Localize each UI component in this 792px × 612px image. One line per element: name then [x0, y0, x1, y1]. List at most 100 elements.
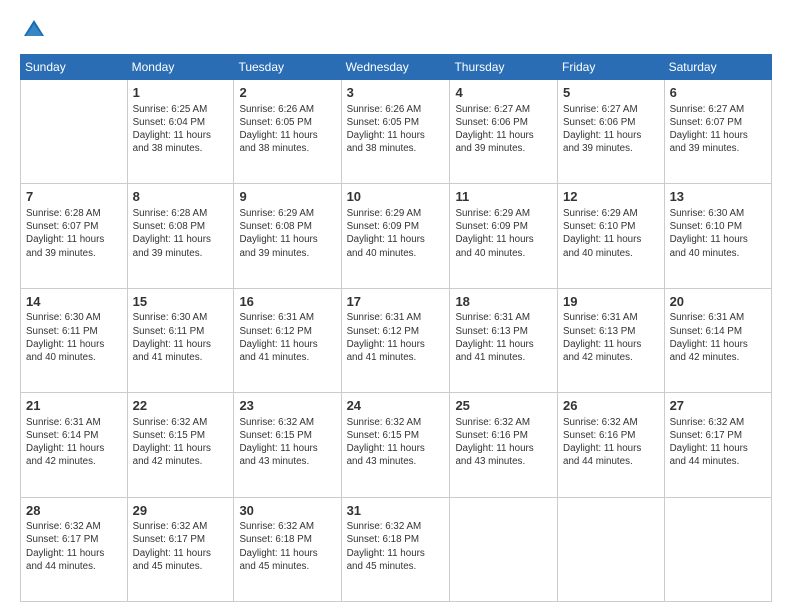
day-info: Sunrise: 6:31 AM Sunset: 6:12 PM Dayligh… [239, 311, 335, 364]
day-number: 2 [239, 84, 335, 102]
day-info: Sunrise: 6:29 AM Sunset: 6:08 PM Dayligh… [239, 207, 335, 260]
calendar-cell: 6Sunrise: 6:27 AM Sunset: 6:07 PM Daylig… [664, 80, 771, 184]
header [20, 16, 772, 44]
day-info: Sunrise: 6:29 AM Sunset: 6:10 PM Dayligh… [563, 207, 659, 260]
calendar-week-row: 1Sunrise: 6:25 AM Sunset: 6:04 PM Daylig… [21, 80, 772, 184]
day-number: 29 [133, 502, 229, 520]
day-info: Sunrise: 6:31 AM Sunset: 6:14 PM Dayligh… [670, 311, 766, 364]
calendar-cell: 23Sunrise: 6:32 AM Sunset: 6:15 PM Dayli… [234, 393, 341, 497]
day-info: Sunrise: 6:32 AM Sunset: 6:16 PM Dayligh… [563, 416, 659, 469]
calendar-week-row: 28Sunrise: 6:32 AM Sunset: 6:17 PM Dayli… [21, 497, 772, 601]
day-info: Sunrise: 6:32 AM Sunset: 6:17 PM Dayligh… [670, 416, 766, 469]
day-number: 15 [133, 293, 229, 311]
day-number: 23 [239, 397, 335, 415]
day-info: Sunrise: 6:32 AM Sunset: 6:15 PM Dayligh… [239, 416, 335, 469]
calendar-cell: 4Sunrise: 6:27 AM Sunset: 6:06 PM Daylig… [450, 80, 558, 184]
logo [20, 16, 52, 44]
calendar-cell: 13Sunrise: 6:30 AM Sunset: 6:10 PM Dayli… [664, 184, 771, 288]
day-info: Sunrise: 6:32 AM Sunset: 6:15 PM Dayligh… [133, 416, 229, 469]
day-number: 27 [670, 397, 766, 415]
day-info: Sunrise: 6:27 AM Sunset: 6:06 PM Dayligh… [563, 103, 659, 156]
logo-icon [20, 16, 48, 44]
calendar-cell [664, 497, 771, 601]
day-number: 7 [26, 188, 122, 206]
day-number: 19 [563, 293, 659, 311]
calendar-table: SundayMondayTuesdayWednesdayThursdayFrid… [20, 54, 772, 602]
weekday-header-tuesday: Tuesday [234, 55, 341, 80]
calendar-cell: 28Sunrise: 6:32 AM Sunset: 6:17 PM Dayli… [21, 497, 128, 601]
calendar-cell [558, 497, 665, 601]
calendar-cell: 20Sunrise: 6:31 AM Sunset: 6:14 PM Dayli… [664, 288, 771, 392]
calendar-week-row: 14Sunrise: 6:30 AM Sunset: 6:11 PM Dayli… [21, 288, 772, 392]
day-number: 30 [239, 502, 335, 520]
day-info: Sunrise: 6:29 AM Sunset: 6:09 PM Dayligh… [347, 207, 445, 260]
day-info: Sunrise: 6:30 AM Sunset: 6:10 PM Dayligh… [670, 207, 766, 260]
calendar-week-row: 7Sunrise: 6:28 AM Sunset: 6:07 PM Daylig… [21, 184, 772, 288]
day-number: 10 [347, 188, 445, 206]
day-number: 13 [670, 188, 766, 206]
day-info: Sunrise: 6:31 AM Sunset: 6:12 PM Dayligh… [347, 311, 445, 364]
day-info: Sunrise: 6:31 AM Sunset: 6:14 PM Dayligh… [26, 416, 122, 469]
day-number: 4 [455, 84, 552, 102]
day-number: 8 [133, 188, 229, 206]
calendar-cell: 21Sunrise: 6:31 AM Sunset: 6:14 PM Dayli… [21, 393, 128, 497]
day-number: 31 [347, 502, 445, 520]
day-info: Sunrise: 6:32 AM Sunset: 6:17 PM Dayligh… [133, 520, 229, 573]
calendar-cell: 10Sunrise: 6:29 AM Sunset: 6:09 PM Dayli… [341, 184, 450, 288]
weekday-header-saturday: Saturday [664, 55, 771, 80]
calendar-cell: 8Sunrise: 6:28 AM Sunset: 6:08 PM Daylig… [127, 184, 234, 288]
page: SundayMondayTuesdayWednesdayThursdayFrid… [0, 0, 792, 612]
calendar-cell: 3Sunrise: 6:26 AM Sunset: 6:05 PM Daylig… [341, 80, 450, 184]
day-number: 20 [670, 293, 766, 311]
calendar-cell: 9Sunrise: 6:29 AM Sunset: 6:08 PM Daylig… [234, 184, 341, 288]
day-number: 17 [347, 293, 445, 311]
calendar-cell: 22Sunrise: 6:32 AM Sunset: 6:15 PM Dayli… [127, 393, 234, 497]
day-info: Sunrise: 6:32 AM Sunset: 6:16 PM Dayligh… [455, 416, 552, 469]
day-number: 3 [347, 84, 445, 102]
calendar-cell: 15Sunrise: 6:30 AM Sunset: 6:11 PM Dayli… [127, 288, 234, 392]
weekday-header-row: SundayMondayTuesdayWednesdayThursdayFrid… [21, 55, 772, 80]
day-info: Sunrise: 6:30 AM Sunset: 6:11 PM Dayligh… [26, 311, 122, 364]
calendar-cell: 1Sunrise: 6:25 AM Sunset: 6:04 PM Daylig… [127, 80, 234, 184]
day-number: 22 [133, 397, 229, 415]
day-info: Sunrise: 6:31 AM Sunset: 6:13 PM Dayligh… [455, 311, 552, 364]
day-number: 6 [670, 84, 766, 102]
day-info: Sunrise: 6:31 AM Sunset: 6:13 PM Dayligh… [563, 311, 659, 364]
calendar-cell: 31Sunrise: 6:32 AM Sunset: 6:18 PM Dayli… [341, 497, 450, 601]
day-info: Sunrise: 6:29 AM Sunset: 6:09 PM Dayligh… [455, 207, 552, 260]
day-number: 1 [133, 84, 229, 102]
day-number: 11 [455, 188, 552, 206]
day-info: Sunrise: 6:27 AM Sunset: 6:07 PM Dayligh… [670, 103, 766, 156]
day-number: 16 [239, 293, 335, 311]
calendar-cell: 30Sunrise: 6:32 AM Sunset: 6:18 PM Dayli… [234, 497, 341, 601]
calendar-cell: 26Sunrise: 6:32 AM Sunset: 6:16 PM Dayli… [558, 393, 665, 497]
day-number: 9 [239, 188, 335, 206]
calendar-cell: 11Sunrise: 6:29 AM Sunset: 6:09 PM Dayli… [450, 184, 558, 288]
calendar-week-row: 21Sunrise: 6:31 AM Sunset: 6:14 PM Dayli… [21, 393, 772, 497]
day-info: Sunrise: 6:32 AM Sunset: 6:17 PM Dayligh… [26, 520, 122, 573]
day-number: 26 [563, 397, 659, 415]
calendar-cell: 5Sunrise: 6:27 AM Sunset: 6:06 PM Daylig… [558, 80, 665, 184]
day-info: Sunrise: 6:32 AM Sunset: 6:18 PM Dayligh… [347, 520, 445, 573]
calendar-cell: 19Sunrise: 6:31 AM Sunset: 6:13 PM Dayli… [558, 288, 665, 392]
weekday-header-monday: Monday [127, 55, 234, 80]
day-number: 12 [563, 188, 659, 206]
day-info: Sunrise: 6:32 AM Sunset: 6:15 PM Dayligh… [347, 416, 445, 469]
day-number: 21 [26, 397, 122, 415]
calendar-cell: 16Sunrise: 6:31 AM Sunset: 6:12 PM Dayli… [234, 288, 341, 392]
calendar-cell: 29Sunrise: 6:32 AM Sunset: 6:17 PM Dayli… [127, 497, 234, 601]
day-info: Sunrise: 6:30 AM Sunset: 6:11 PM Dayligh… [133, 311, 229, 364]
day-info: Sunrise: 6:28 AM Sunset: 6:07 PM Dayligh… [26, 207, 122, 260]
day-number: 24 [347, 397, 445, 415]
weekday-header-wednesday: Wednesday [341, 55, 450, 80]
calendar-cell: 7Sunrise: 6:28 AM Sunset: 6:07 PM Daylig… [21, 184, 128, 288]
weekday-header-sunday: Sunday [21, 55, 128, 80]
day-number: 5 [563, 84, 659, 102]
calendar-cell: 18Sunrise: 6:31 AM Sunset: 6:13 PM Dayli… [450, 288, 558, 392]
calendar-cell: 24Sunrise: 6:32 AM Sunset: 6:15 PM Dayli… [341, 393, 450, 497]
day-info: Sunrise: 6:32 AM Sunset: 6:18 PM Dayligh… [239, 520, 335, 573]
calendar-cell: 2Sunrise: 6:26 AM Sunset: 6:05 PM Daylig… [234, 80, 341, 184]
day-number: 25 [455, 397, 552, 415]
weekday-header-thursday: Thursday [450, 55, 558, 80]
calendar-cell [450, 497, 558, 601]
